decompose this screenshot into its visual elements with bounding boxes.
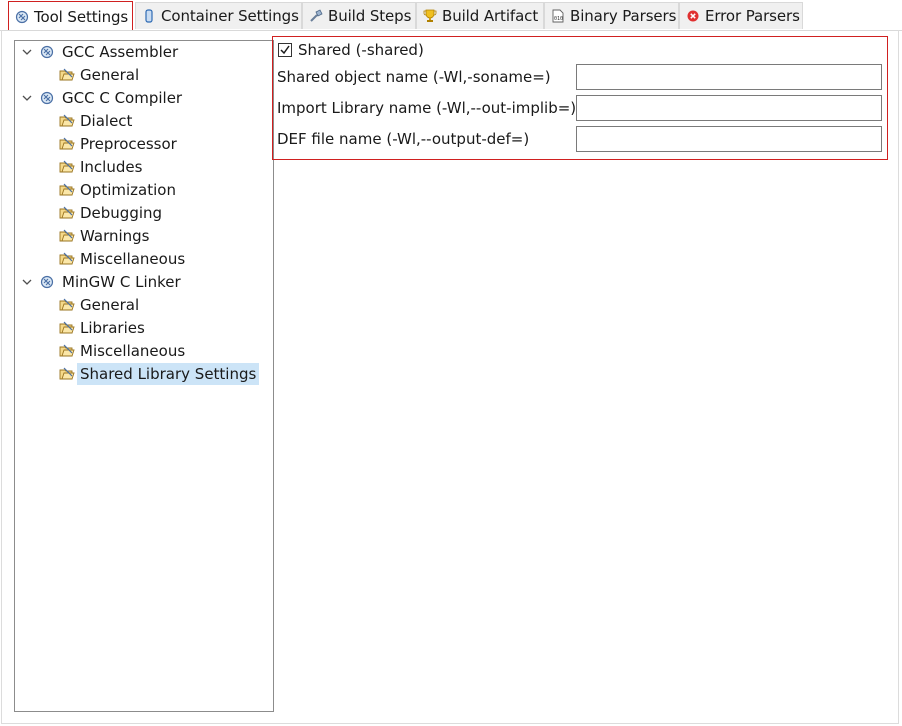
chevron-down-icon[interactable] bbox=[22, 47, 32, 57]
options-folder-icon bbox=[59, 68, 75, 81]
import-library-name-label: Import Library name (-Wl,--out-implib=) bbox=[277, 99, 577, 117]
tree-label: Warnings bbox=[80, 227, 150, 245]
options-folder-icon bbox=[59, 137, 75, 150]
tree-node-linker-general[interactable]: General bbox=[59, 294, 142, 316]
tab-strip: Tool Settings Container Settings Build S… bbox=[0, 0, 902, 31]
shared-checkbox-row[interactable]: Shared (-shared) bbox=[278, 40, 424, 60]
tree-label: Includes bbox=[80, 158, 143, 176]
options-folder-icon bbox=[59, 298, 75, 311]
tree-node-gcc-c-compiler[interactable]: GCC C Compiler bbox=[22, 87, 185, 109]
tool-settings-icon bbox=[15, 10, 29, 23]
tree-node-dialect[interactable]: Dialect bbox=[59, 110, 135, 132]
tree-label: Preprocessor bbox=[80, 135, 177, 153]
tree-node-shared-library-settings[interactable]: Shared Library Settings bbox=[59, 363, 260, 385]
shared-object-name-input[interactable] bbox=[576, 64, 882, 90]
tab-tool-settings[interactable]: Tool Settings bbox=[8, 1, 133, 31]
tab-build-steps[interactable]: Build Steps bbox=[302, 2, 416, 29]
tool-icon bbox=[40, 275, 54, 289]
tab-binary-parsers[interactable]: 010 Binary Parsers bbox=[544, 2, 679, 29]
tree-node-assembler-general[interactable]: General bbox=[59, 64, 142, 86]
options-folder-icon bbox=[59, 321, 75, 334]
tab-container-settings[interactable]: Container Settings bbox=[135, 2, 302, 29]
build-steps-icon bbox=[310, 9, 323, 22]
tree-label: Miscellaneous bbox=[80, 342, 186, 360]
tab-label: Container Settings bbox=[161, 7, 299, 25]
tree-label: Dialect bbox=[80, 112, 133, 130]
trophy-icon bbox=[423, 9, 437, 22]
tree-label: GCC C Compiler bbox=[62, 89, 183, 107]
options-folder-icon bbox=[59, 160, 75, 173]
error-icon bbox=[687, 10, 699, 22]
tree-node-gcc-assembler[interactable]: GCC Assembler bbox=[22, 41, 181, 63]
options-folder-icon bbox=[59, 229, 75, 242]
options-folder-icon bbox=[59, 367, 75, 380]
tree-label: GCC Assembler bbox=[62, 43, 179, 61]
tree-node-includes[interactable]: Includes bbox=[59, 156, 145, 178]
tree-node-warnings[interactable]: Warnings bbox=[59, 225, 153, 247]
tree-label: Libraries bbox=[80, 319, 145, 337]
svg-text:010: 010 bbox=[554, 16, 563, 22]
import-library-name-input[interactable] bbox=[576, 95, 882, 121]
tab-build-artifact[interactable]: Build Artifact bbox=[416, 2, 544, 29]
shared-checkbox[interactable] bbox=[278, 43, 292, 57]
chevron-down-icon[interactable] bbox=[22, 277, 32, 287]
def-file-name-input[interactable] bbox=[576, 126, 882, 152]
options-folder-icon bbox=[59, 183, 75, 196]
tree-node-libraries[interactable]: Libraries bbox=[59, 317, 148, 339]
options-folder-icon bbox=[59, 206, 75, 219]
tree-label: Optimization bbox=[80, 181, 176, 199]
tree-node-preprocessor[interactable]: Preprocessor bbox=[59, 133, 180, 155]
chevron-down-icon[interactable] bbox=[22, 93, 32, 103]
tab-label: Build Steps bbox=[328, 7, 412, 25]
options-folder-icon bbox=[59, 114, 75, 127]
tool-icon bbox=[40, 45, 54, 59]
binary-icon: 010 bbox=[552, 9, 564, 23]
tree-label: General bbox=[80, 296, 140, 314]
tool-icon bbox=[40, 91, 54, 105]
tree-label: General bbox=[80, 66, 140, 84]
tree-label: Miscellaneous bbox=[80, 250, 186, 268]
tree-label: Debugging bbox=[80, 204, 163, 222]
def-file-name-label: DEF file name (-Wl,--output-def=) bbox=[277, 130, 530, 148]
tab-label: Binary Parsers bbox=[570, 7, 677, 25]
tab-label: Tool Settings bbox=[34, 7, 129, 26]
options-folder-icon bbox=[59, 252, 75, 265]
options-folder-icon bbox=[59, 344, 75, 357]
tree-node-debugging[interactable]: Debugging bbox=[59, 202, 165, 224]
tab-error-parsers[interactable]: Error Parsers bbox=[679, 2, 803, 29]
shared-object-name-label: Shared object name (-Wl,-soname=) bbox=[277, 68, 551, 86]
checkmark-icon bbox=[280, 45, 290, 55]
tree-node-optimization[interactable]: Optimization bbox=[59, 179, 179, 201]
tree-label: MinGW C Linker bbox=[62, 273, 181, 291]
tree-label: Shared Library Settings bbox=[77, 363, 260, 385]
tree-node-mingw-c-linker[interactable]: MinGW C Linker bbox=[22, 271, 184, 293]
tab-label: Build Artifact bbox=[442, 7, 539, 25]
tree-node-compiler-miscellaneous[interactable]: Miscellaneous bbox=[59, 248, 188, 270]
container-icon bbox=[145, 9, 153, 23]
tab-label: Error Parsers bbox=[705, 7, 800, 25]
shared-checkbox-label: Shared (-shared) bbox=[298, 41, 424, 59]
tree-node-linker-miscellaneous[interactable]: Miscellaneous bbox=[59, 340, 188, 362]
